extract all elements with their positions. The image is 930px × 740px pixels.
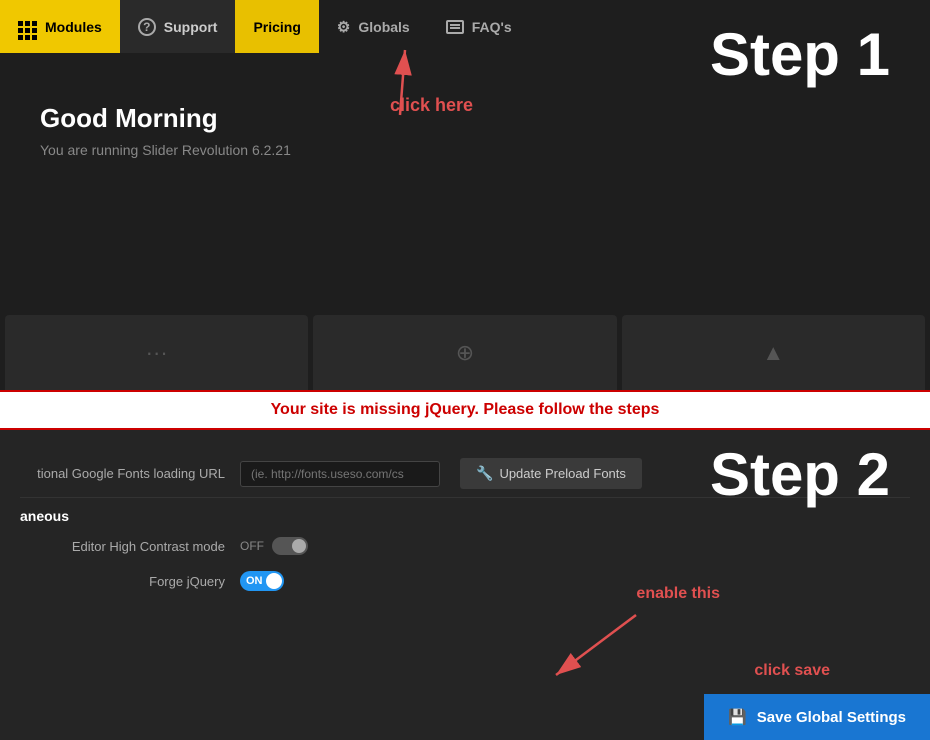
google-fonts-label: tional Google Fonts loading URL bbox=[20, 466, 240, 481]
nav-pricing[interactable]: Pricing bbox=[235, 0, 318, 53]
warning-banner: Your site is missing jQuery. Please foll… bbox=[0, 390, 930, 430]
top-section: Modules ? Support Pricing ⚙ Globals FAQ'… bbox=[0, 0, 930, 390]
contrast-label: Editor High Contrast mode bbox=[20, 539, 240, 554]
step2-label: Step 2 bbox=[710, 440, 890, 509]
grid-icon bbox=[18, 13, 37, 40]
enable-this-text: enable this bbox=[636, 585, 720, 603]
google-fonts-input[interactable] bbox=[240, 461, 440, 487]
forge-state-text: ON bbox=[240, 575, 263, 587]
nav-support-label: Support bbox=[164, 19, 218, 35]
update-fonts-button[interactable]: 🔧 Update Preload Fonts bbox=[460, 458, 642, 489]
forge-jquery-row: Forge jQuery ON bbox=[0, 563, 930, 599]
subtitle-text: You are running Slider Revolution 6.2.21 bbox=[40, 142, 890, 158]
question-icon: ? bbox=[138, 18, 156, 36]
toggle-thumb-off bbox=[292, 539, 306, 553]
card-1: ··· bbox=[5, 315, 308, 390]
update-fonts-label: Update Preload Fonts bbox=[499, 466, 625, 481]
toggle-track-on: ON bbox=[240, 571, 284, 591]
toggle-track-off bbox=[272, 537, 308, 555]
card-3: ▲ bbox=[622, 315, 925, 390]
save-icon: 💾 bbox=[728, 708, 747, 726]
warning-text: Your site is missing jQuery. Please foll… bbox=[271, 401, 660, 419]
contrast-state-text: OFF bbox=[240, 539, 264, 553]
wrench-icon: 🔧 bbox=[476, 465, 493, 482]
nav-modules[interactable]: Modules bbox=[0, 0, 120, 53]
nav-globals-label: Globals bbox=[358, 19, 409, 35]
nav-pricing-label: Pricing bbox=[253, 19, 300, 35]
save-btn-label: Save Global Settings bbox=[757, 709, 906, 726]
bottom-section: Step 2 tional Google Fonts loading URL 🔧… bbox=[0, 430, 930, 740]
click-here-text: click here bbox=[390, 95, 473, 116]
nav-support[interactable]: ? Support bbox=[120, 0, 236, 53]
contrast-toggle[interactable]: OFF bbox=[240, 537, 308, 555]
step1-label: Step 1 bbox=[710, 20, 890, 89]
nav-faqs-label: FAQ's bbox=[472, 19, 512, 35]
gear-icon: ⚙ bbox=[337, 18, 350, 36]
faq-box-icon bbox=[446, 20, 464, 34]
card-2: ⊕ bbox=[313, 315, 616, 390]
click-save-text: click save bbox=[754, 662, 830, 680]
save-global-settings-button[interactable]: 💾 Save Global Settings bbox=[704, 694, 930, 740]
nav-modules-label: Modules bbox=[45, 19, 102, 35]
arrow-enable-icon bbox=[536, 610, 656, 690]
contrast-row: Editor High Contrast mode OFF bbox=[0, 529, 930, 563]
cards-row: ··· ⊕ ▲ bbox=[0, 315, 930, 390]
toggle-thumb-on bbox=[266, 573, 282, 589]
forge-toggle[interactable]: ON bbox=[240, 571, 284, 591]
forge-label: Forge jQuery bbox=[20, 574, 240, 589]
